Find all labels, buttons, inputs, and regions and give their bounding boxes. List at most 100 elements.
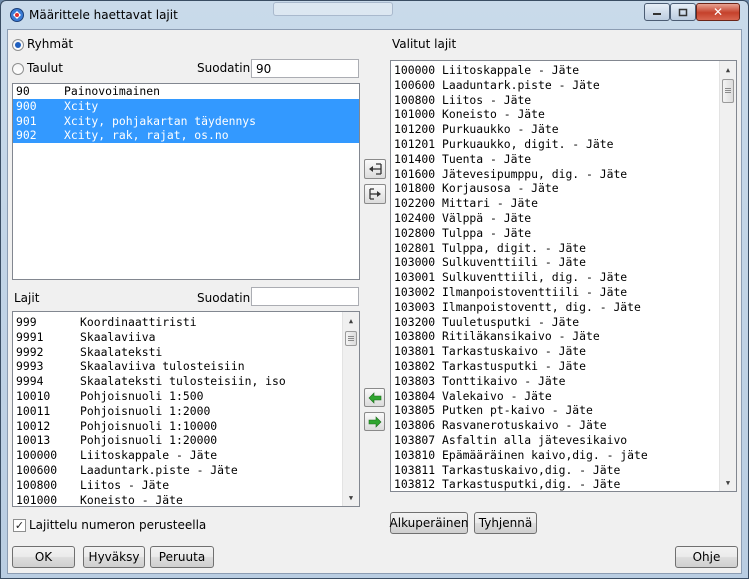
close-button[interactable]: ✕ (696, 3, 740, 21)
type-list-item[interactable]: 10010 Pohjoisnuoli 1:500 (13, 389, 359, 404)
types-filter-label: Suodatin (197, 291, 251, 305)
list-item-name: Laaduntark.piste - Jäte (80, 462, 238, 477)
list-item-text: 103810 Epämääräinen kaivo,dig. - jäte (394, 447, 648, 462)
title-bar[interactable]: Määrittele haettavat lajit ✕ (1, 1, 748, 29)
group-list-item[interactable]: 90 Painovoimainen (13, 84, 359, 99)
scroll-down-icon[interactable]: ▼ (723, 478, 733, 488)
ok-button[interactable]: OK (12, 546, 75, 568)
selected-type-item[interactable]: 100600 Laaduntark.piste - Jäte (391, 78, 736, 93)
type-list-item[interactable]: 10012 Pohjoisnuoli 1:10000 (13, 419, 359, 434)
selected-type-item[interactable]: 101400 Tuenta - Jäte (391, 152, 736, 167)
background-window-tab (273, 2, 393, 16)
maximize-button[interactable] (670, 3, 696, 21)
group-list-item[interactable]: 902 Xcity, rak, rajat, os.no (13, 128, 359, 144)
selected-type-item[interactable]: 103003 Ilmanpoistoventt, dig. - Jäte (391, 300, 736, 315)
selected-type-item[interactable]: 101000 Koneisto - Jäte (391, 107, 736, 122)
selected-type-item[interactable]: 103804 Valekaivo - Jäte (391, 389, 736, 404)
selected-type-item[interactable]: 103811 Tarkastuskaivo,dig. - Jäte (391, 463, 736, 478)
type-list-item[interactable]: 100600 Laaduntark.piste - Jäte (13, 463, 359, 478)
selected-type-item[interactable]: 103000 Sulkuventtiili - Jäte (391, 255, 736, 270)
clear-button[interactable]: Tyhjennä (474, 512, 537, 534)
selected-type-item[interactable]: 103806 Rasvanerotuskaivo - Jäte (391, 418, 736, 433)
minimize-button[interactable] (644, 3, 670, 21)
list-item-name: Skaalateksti (80, 344, 163, 359)
selected-type-item[interactable]: 103001 Sulkuventtiili, dig. - Jäte (391, 270, 736, 285)
list-item-text: 101200 Purkuaukko - Jäte (394, 122, 559, 137)
type-list-item[interactable]: 9994 Skaalateksti tulosteisiin, iso (13, 374, 359, 389)
list-item-text: 103800 Ritiläkansikaivo - Jäte (394, 329, 600, 344)
app-icon (10, 8, 24, 22)
group-list-item[interactable]: 901 Xcity, pohjakartan täydennys (13, 113, 359, 129)
list-item-name: Pohjoisnuoli 1:2000 (80, 403, 211, 418)
selected-type-item[interactable]: 102400 Välppä - Jäte (391, 211, 736, 226)
radio-ryhmat[interactable] (12, 39, 24, 51)
add-group-button[interactable] (364, 159, 386, 179)
remove-type-button[interactable] (364, 412, 385, 431)
type-list-item[interactable]: 10011 Pohjoisnuoli 1:2000 (13, 404, 359, 419)
selected-types-list[interactable]: 100000 Liitoskappale - Jäte 100600 Laadun… (390, 60, 737, 492)
selected-type-item[interactable]: 103805 Putken pt-kaivo - Jäte (391, 403, 736, 418)
sort-by-number-checkbox[interactable]: ✓ (13, 519, 26, 532)
radio-taulut-label: Taulut (27, 61, 63, 75)
types-filter-input[interactable] (251, 287, 359, 306)
radio-taulut[interactable] (12, 63, 24, 75)
apply-button[interactable]: Hyväksy (83, 546, 145, 568)
selected-type-item[interactable]: 103802 Tarkastusputki - Jäte (391, 359, 736, 374)
selected-type-item[interactable]: 103800 Ritiläkansikaivo - Jäte (391, 329, 736, 344)
maximize-icon (678, 8, 688, 16)
list-item-text: 103003 Ilmanpoistoventt, dig. - Jäte (394, 299, 641, 314)
selected-type-item[interactable]: 102800 Tulppa - Jäte (391, 226, 736, 241)
close-icon: ✕ (712, 5, 724, 19)
selected-type-item[interactable]: 103801 Tarkastuskaivo - Jäte (391, 344, 736, 359)
add-type-button[interactable] (364, 388, 385, 407)
types-scrollbar[interactable]: ▲ ▼ (342, 312, 359, 506)
selected-type-item[interactable]: 102200 Mittari - Jäte (391, 196, 736, 211)
list-item-code: 10010 (16, 388, 51, 403)
list-item-name: Pohjoisnuoli 1:20000 (80, 433, 218, 448)
list-item-text: 100000 Liitoskappale - Jäte (394, 63, 580, 77)
scroll-thumb[interactable] (345, 331, 357, 346)
scroll-down-icon[interactable]: ▼ (346, 493, 356, 503)
original-button[interactable]: Alkuperäinen (390, 512, 468, 534)
list-item-code: 9991 (16, 329, 44, 344)
selected-type-item[interactable]: 103002 Ilmanpoistoventtiili - Jäte (391, 285, 736, 300)
list-item-name: Liitos - Jäte (80, 477, 170, 492)
cancel-button[interactable]: Peruuta (150, 546, 214, 568)
type-list-item[interactable]: 100000 Liitoskappale - Jäte (13, 448, 359, 463)
selected-type-item[interactable]: 100000 Liitoskappale - Jäte (391, 63, 736, 78)
type-list-item[interactable]: 9992 Skaalateksti (13, 345, 359, 360)
selected-type-item[interactable]: 103810 Epämääräinen kaivo,dig. - jäte (391, 448, 736, 463)
selected-type-item[interactable]: 103812 Tarkastusputki,dig. - Jäte (391, 477, 736, 491)
type-list-item[interactable]: 9991 Skaalaviiva (13, 330, 359, 345)
type-list-item[interactable]: 100800 Liitos - Jäte (13, 478, 359, 493)
group-list-item[interactable]: 900 Xcity (13, 98, 359, 114)
scroll-up-icon[interactable]: ▲ (723, 65, 733, 75)
selected-type-item[interactable]: 101200 Purkuaukko - Jäte (391, 122, 736, 137)
types-list[interactable]: 999 Koordinaattiristi 9991 Skaalaviiva 9992 S… (12, 311, 360, 507)
type-list-item[interactable]: 101000 Koneisto - Jäte (13, 493, 359, 506)
scroll-up-icon[interactable]: ▲ (346, 316, 356, 326)
type-list-item[interactable]: 10013 Pohjoisnuoli 1:20000 (13, 433, 359, 448)
type-list-item[interactable]: 999 Koordinaattiristi (13, 315, 359, 330)
selected-type-item[interactable]: 101600 Jätevesipumppu, dig. - Jäte (391, 167, 736, 182)
list-item-text: 103804 Valekaivo - Jäte (394, 388, 552, 403)
selected-scrollbar[interactable]: ▲ ▼ (719, 61, 736, 491)
help-button[interactable]: Ohje (675, 546, 738, 568)
list-item-text: 102800 Tulppa - Jäte (394, 225, 532, 240)
selected-type-item[interactable]: 103807 Asfaltin alla jätevesikaivo (391, 433, 736, 448)
selected-type-item[interactable]: 101800 Korjausosa - Jäte (391, 181, 736, 196)
type-list-item[interactable]: 9993 Skaalaviiva tulosteisiin (13, 359, 359, 374)
scroll-thumb[interactable] (722, 79, 734, 103)
list-item-text: 102400 Välppä - Jäte (394, 210, 532, 225)
add-table-button[interactable] (364, 184, 386, 204)
list-item-text: 103811 Tarkastuskaivo,dig. - Jäte (394, 462, 621, 477)
list-item-code: 100600 (16, 462, 58, 477)
list-item-text: 103002 Ilmanpoistoventtiili - Jäte (394, 284, 628, 299)
selected-type-item[interactable]: 100800 Liitos - Jäte (391, 93, 736, 108)
selected-type-item[interactable]: 101201 Purkuaukko, digit. - Jäte (391, 137, 736, 152)
selected-type-item[interactable]: 103200 Tuuletusputki - Jäte (391, 315, 736, 330)
selected-type-item[interactable]: 103803 Tonttikaivo - Jäte (391, 374, 736, 389)
groups-filter-input[interactable] (251, 59, 359, 78)
selected-type-item[interactable]: 102801 Tulppa, digit. - Jäte (391, 241, 736, 256)
groups-list[interactable]: 90 Painovoimainen 900 Xcity 901 Xcity, pohjak… (12, 83, 360, 280)
